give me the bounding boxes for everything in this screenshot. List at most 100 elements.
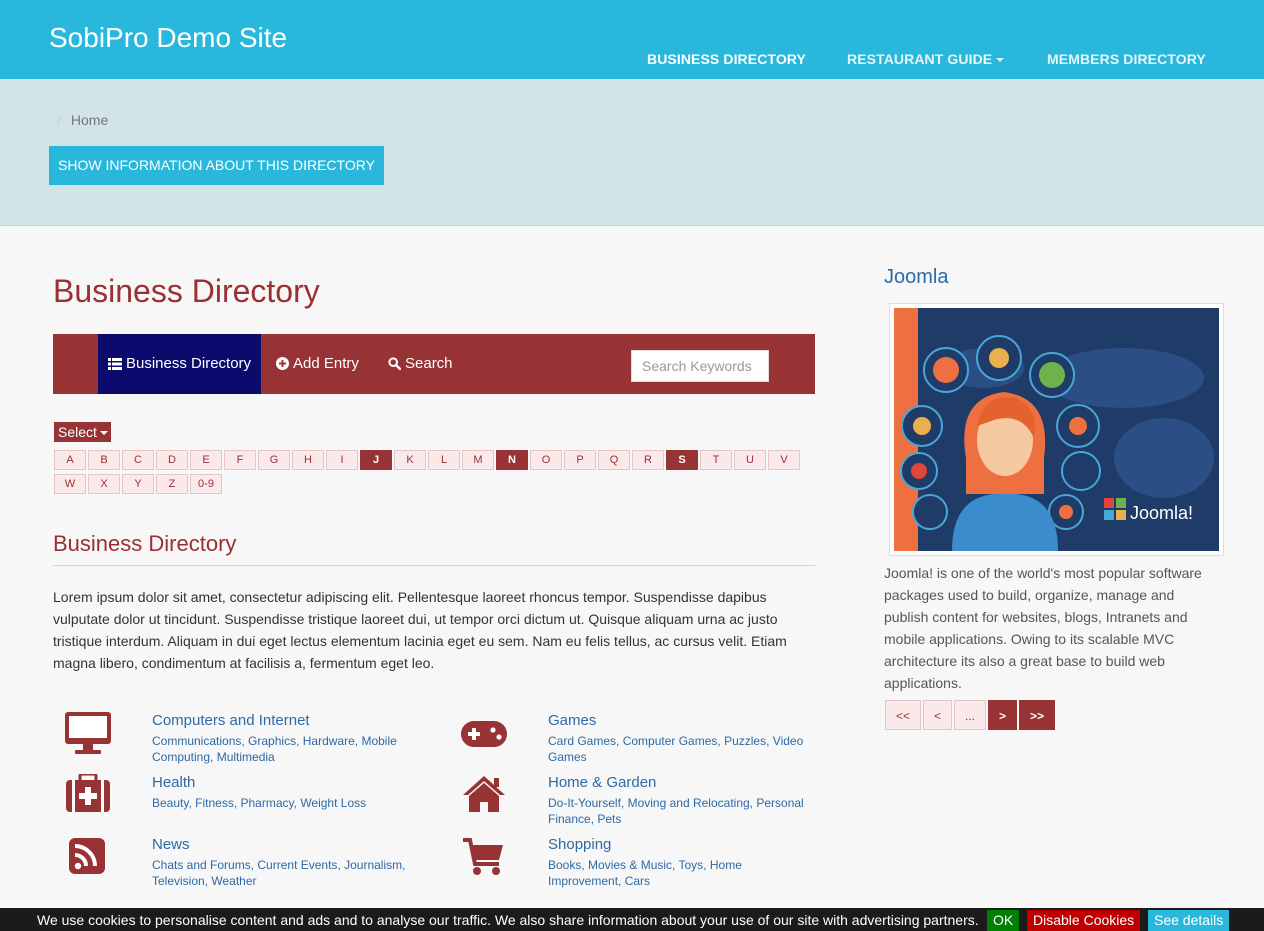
alpha-letter-e[interactable]: E (190, 450, 222, 470)
alpha-letter-v[interactable]: V (768, 450, 800, 470)
category-title[interactable]: Health (152, 774, 195, 791)
subcategory-link[interactable]: Television (152, 874, 205, 888)
category-title[interactable]: Home & Garden (548, 774, 656, 791)
alpha-letter-z[interactable]: Z (156, 474, 188, 494)
category-home-garden: Home & Garden Do-It-Yourself, Moving and… (449, 774, 829, 834)
search-icon (388, 357, 402, 371)
category-title[interactable]: Games (548, 712, 596, 729)
subcategory-link[interactable]: Puzzles (724, 734, 766, 748)
search-keywords-input[interactable] (631, 350, 769, 382)
tab-business-directory[interactable]: Business Directory (98, 334, 262, 394)
cookie-text: We use cookies to personalise content an… (37, 912, 979, 928)
pager-last[interactable]: >> (1019, 700, 1055, 730)
pager-next[interactable]: > (988, 700, 1017, 730)
alpha-letter-w[interactable]: W (54, 474, 86, 494)
alpha-letter-x[interactable]: X (88, 474, 120, 494)
subcategory-link[interactable]: Current Events (257, 858, 337, 872)
joomla-promo-image[interactable]: Joomla! (889, 303, 1224, 556)
subcategory-link[interactable]: Computer Games (623, 734, 718, 748)
cookie-disable-button[interactable]: Disable Cookies (1027, 910, 1141, 931)
tab-add-entry-label: Add Entry (293, 355, 359, 372)
subcategory-list: Do-It-Yourself, Moving and Relocating, P… (548, 796, 804, 826)
alpha-letter-l[interactable]: L (428, 450, 460, 470)
nav-restaurant-guide[interactable]: RESTAURANT GUIDE (847, 51, 1005, 67)
select-label: Select (58, 424, 97, 440)
nav-members-directory[interactable]: MEMBERS DIRECTORY (1047, 51, 1206, 67)
section-title: Business Directory (53, 531, 237, 556)
joomla-logo-text: Joomla! (1130, 503, 1193, 523)
alpha-letter-0-9[interactable]: 0-9 (190, 474, 222, 494)
alpha-letter-f[interactable]: F (224, 450, 256, 470)
cookie-bar: We use cookies to personalise content an… (0, 908, 1264, 931)
subcategory-link[interactable]: Toys (679, 858, 704, 872)
site-brand[interactable]: SobiPro Demo Site (49, 22, 287, 54)
home-icon (463, 776, 505, 812)
subcategory-link[interactable]: Pets (597, 812, 621, 826)
subcategory-link[interactable]: Journalism (344, 858, 402, 872)
category-health: Health Beauty, Fitness, Pharmacy, Weight… (53, 774, 433, 834)
subcategory-list: Card Games, Computer Games, Puzzles, Vid… (548, 734, 804, 764)
tab-business-directory-label: Business Directory (126, 355, 252, 372)
select-dropdown[interactable]: Select (54, 422, 111, 442)
nav-business-directory[interactable]: BUSINESS DIRECTORY (647, 51, 806, 67)
directory-description: Lorem ipsum dolor sit amet, consectetur … (53, 589, 787, 671)
header-band: / Home SHOW INFORMATION ABOUT THIS DIRECT… (0, 79, 1264, 226)
alpha-letter-o[interactable]: O (530, 450, 562, 470)
subcategory-link[interactable]: Weather (211, 874, 256, 888)
subcategory-link[interactable]: Communications (152, 734, 241, 748)
cookie-details-button[interactable]: See details (1148, 910, 1230, 931)
alpha-letter-b[interactable]: B (88, 450, 120, 470)
plus-circle-icon (276, 357, 289, 370)
cookie-ok-button[interactable]: OK (987, 910, 1020, 931)
tab-search[interactable]: Search (388, 334, 453, 394)
alpha-letter-k[interactable]: K (394, 450, 426, 470)
caret-down-icon (996, 58, 1005, 63)
section-divider (53, 565, 815, 566)
list-icon (108, 358, 122, 370)
subcategory-list: Books, Movies & Music, Toys, Home Improv… (548, 858, 742, 888)
alpha-letter-a[interactable]: A (54, 450, 86, 470)
alpha-letter-m[interactable]: M (462, 450, 494, 470)
category-title[interactable]: Shopping (548, 836, 611, 853)
alpha-letter-d[interactable]: D (156, 450, 188, 470)
alpha-letter-t[interactable]: T (700, 450, 732, 470)
subcategory-link[interactable]: Books, Movies & Music (548, 858, 672, 872)
alpha-letter-p[interactable]: P (564, 450, 596, 470)
alpha-letter-n[interactable]: N (496, 450, 528, 470)
medkit-icon (66, 774, 110, 812)
alpha-letter-c[interactable]: C (122, 450, 154, 470)
alpha-letter-i[interactable]: I (326, 450, 358, 470)
subcategory-link[interactable]: Weight Loss (300, 796, 366, 810)
top-navbar: SobiPro Demo Site BUSINESS DIRECTORY RES… (0, 0, 1264, 79)
subcategory-link[interactable]: Hardware (303, 734, 355, 748)
category-title[interactable]: Computers and Internet (152, 712, 310, 729)
subcategory-link[interactable]: Do-It-Yourself (548, 796, 621, 810)
tab-add-entry[interactable]: Add Entry (276, 334, 359, 394)
breadcrumb: / Home (57, 112, 108, 128)
subcategory-link[interactable]: Beauty (152, 796, 188, 810)
alpha-letter-h[interactable]: H (292, 450, 324, 470)
subcategory-list: Chats and Forums, Current Events, Journa… (152, 858, 406, 888)
category-title[interactable]: News (152, 836, 190, 853)
subcategory-link[interactable]: Fitness (195, 796, 234, 810)
caret-down-icon (99, 431, 108, 436)
subcategory-list: Beauty, Fitness, Pharmacy, Weight Loss (152, 796, 367, 810)
alpha-letter-q[interactable]: Q (598, 450, 630, 470)
pager-prev[interactable]: < (923, 700, 952, 730)
alpha-letter-g[interactable]: G (258, 450, 290, 470)
subcategory-link[interactable]: Cars (625, 874, 650, 888)
pager-first[interactable]: << (885, 700, 921, 730)
subcategory-link[interactable]: Graphics (248, 734, 296, 748)
subcategory-link[interactable]: Pharmacy (241, 796, 294, 810)
subcategory-link[interactable]: Card Games (548, 734, 616, 748)
alpha-letter-u[interactable]: U (734, 450, 766, 470)
alpha-letter-r[interactable]: R (632, 450, 664, 470)
alpha-letter-y[interactable]: Y (122, 474, 154, 494)
subcategory-link[interactable]: Multimedia (217, 750, 275, 764)
alpha-letter-s[interactable]: S (666, 450, 698, 470)
show-info-button[interactable]: SHOW INFORMATION ABOUT THIS DIRECTORY (49, 146, 384, 185)
alpha-letter-j[interactable]: J (360, 450, 392, 470)
rss-icon (69, 838, 105, 874)
subcategory-link[interactable]: Moving and Relocating (628, 796, 750, 810)
subcategory-link[interactable]: Chats and Forums (152, 858, 251, 872)
